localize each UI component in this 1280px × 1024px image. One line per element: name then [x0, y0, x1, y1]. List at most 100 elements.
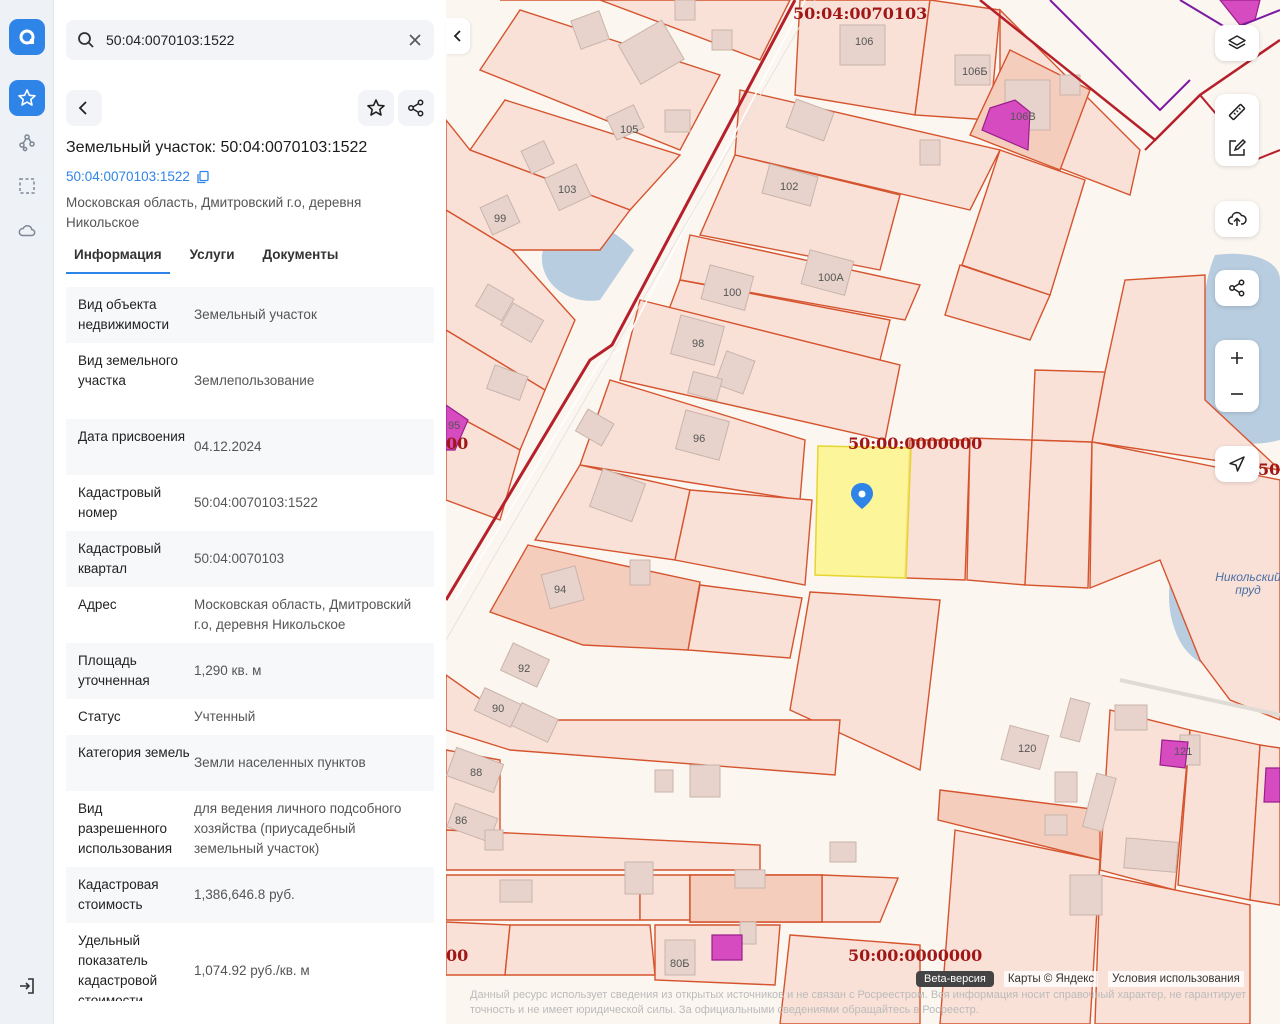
back-button[interactable] [66, 90, 102, 126]
beta-badge: Beta-версия [916, 971, 994, 987]
favorites-rail-button[interactable] [9, 80, 45, 116]
geolocation-button[interactable] [1215, 446, 1259, 482]
map-canvas[interactable]: 106 106Б 106В 105 103 99 102 100 100А 98… [446, 0, 1280, 1024]
search-bar [66, 20, 434, 60]
search-icon [66, 31, 106, 49]
row-key: Вид объекта недвижимости [78, 297, 170, 332]
row-key: Статус [78, 709, 121, 724]
layers-control[interactable] [1215, 25, 1259, 61]
geolocation-control[interactable] [1215, 446, 1259, 482]
ruler-button[interactable] [1215, 94, 1259, 130]
parcel-number: 98 [692, 338, 704, 350]
polyline-icon [19, 134, 35, 152]
parcel-number: 99 [494, 213, 506, 225]
zoom-control[interactable] [1215, 340, 1259, 412]
edit-icon [1229, 138, 1247, 156]
parcel-number: 106 [855, 36, 873, 48]
star-icon [367, 99, 385, 116]
zoom-out-button[interactable] [1215, 376, 1259, 412]
parcel-number: 90 [492, 703, 504, 715]
table-row: Адрес Московская область, Дмитровский г.о… [66, 587, 434, 643]
select-area-rail-button[interactable] [9, 168, 45, 204]
info-panel: Земельный участок: 50:04:0070103:1522 50… [54, 0, 446, 1024]
parcel-number: 100 [723, 287, 741, 299]
clear-search-icon[interactable] [406, 31, 424, 49]
parcel-number: 106Б [962, 66, 988, 78]
cadastral-number-link[interactable]: 50:04:0070103:1522 [66, 169, 210, 184]
share-button[interactable] [398, 90, 434, 126]
parcel-number: 100А [818, 272, 844, 284]
row-key: Удельный показатель кадастровой стоимост… [78, 933, 158, 1001]
edit-button[interactable] [1215, 130, 1259, 166]
parcel-number: 95 [448, 420, 460, 432]
cut-label: 00 [446, 434, 469, 453]
row-key: Площадь уточненная [78, 653, 150, 688]
row-key: Категория земель [78, 745, 190, 760]
copy-icon[interactable] [196, 170, 210, 184]
row-value: Земельный участок [194, 307, 317, 322]
parcel-number: 94 [554, 584, 566, 596]
row-key: Кадастровый квартал [78, 541, 162, 576]
row-key: Вид земельного участка [78, 353, 179, 388]
cloud-rail-button[interactable] [9, 212, 45, 248]
table-row: Удельный показатель кадастровой стоимост… [66, 923, 434, 1001]
parcel-number: 106В [1010, 111, 1036, 123]
row-key: Кадастровая стоимость [78, 877, 159, 912]
row-value: 50:04:0070103 [194, 551, 285, 566]
table-row: Вид объекта недвижимости Земельный участо… [66, 287, 434, 343]
map-share-button[interactable] [1215, 270, 1259, 306]
left-rail [0, 0, 54, 1024]
zoom-in-button[interactable] [1215, 340, 1259, 376]
quarter-label: 50:04:0070103 [793, 4, 928, 23]
tab-documents[interactable]: Документы [255, 245, 347, 274]
tab-bar: Информация Услуги Документы [66, 245, 358, 274]
row-value: 1,290 кв. м [194, 663, 262, 678]
share-icon [408, 99, 424, 117]
favorite-button[interactable] [358, 90, 394, 126]
cloud-icon [18, 224, 36, 237]
search-input[interactable] [106, 32, 386, 48]
collapse-panel-button[interactable] [446, 18, 470, 54]
parcel-number: 105 [620, 124, 638, 136]
table-row: Кадастровая стоимость 1,386,646.8 руб. [66, 867, 434, 923]
pond-label: Никольский пруд [1215, 570, 1280, 597]
tab-information[interactable]: Информация [66, 245, 170, 274]
app-logo[interactable] [9, 19, 45, 55]
cut-label: 50: [1258, 460, 1280, 479]
terms-link[interactable]: Условия использования [1108, 971, 1244, 987]
layers-button[interactable] [1215, 25, 1259, 61]
star-icon [18, 89, 36, 106]
row-value: 04.12.2024 [194, 439, 262, 454]
parcel-number: 86 [455, 815, 467, 827]
row-value: 50:04:0070103:1522 [194, 495, 318, 510]
row-value: 1,074.92 руб./кв. м [194, 963, 310, 978]
logout-rail-button[interactable] [9, 968, 45, 1004]
table-row: Дата присвоения 04.12.2024 [66, 419, 434, 475]
table-row: Площадь уточненная 1,290 кв. м [66, 643, 434, 699]
tab-services[interactable]: Услуги [182, 245, 243, 274]
parcel-number: 120 [1018, 743, 1036, 755]
upload-button[interactable] [1215, 201, 1259, 237]
cadastral-number-text[interactable]: 50:04:0070103:1522 [66, 169, 190, 184]
row-key: Кадастровый номер [78, 485, 162, 520]
ruler-icon [1228, 103, 1246, 121]
row-value: Земли населенных пунктов [194, 755, 366, 770]
zero-quarter-label: 50:00:0000000 [848, 946, 983, 965]
info-table: Вид объекта недвижимости Земельный участо… [66, 287, 434, 1001]
share-control[interactable] [1215, 270, 1259, 306]
row-value: Учтенный [194, 709, 256, 724]
tools-control[interactable] [1215, 94, 1259, 166]
page-title: Земельный участок: 50:04:0070103:1522 [66, 139, 368, 156]
cloud-upload-icon [1227, 211, 1247, 226]
map-view[interactable]: 106 106Б 106В 105 103 99 102 100 100А 98… [446, 0, 1280, 1024]
maps-copyright[interactable]: Карты © Яндекс [1003, 971, 1099, 987]
parcel-number: 102 [780, 181, 798, 193]
parcel-number: 88 [470, 767, 482, 779]
row-key: Вид разрешенного использования [78, 801, 173, 856]
parcel-number: 96 [693, 433, 705, 445]
upload-control[interactable] [1215, 201, 1259, 237]
object-address: Московская область, Дмитровский г.о, дер… [66, 195, 362, 230]
selected-parcel[interactable] [814, 445, 912, 579]
route-rail-button[interactable] [9, 124, 45, 160]
row-key: Дата присвоения [78, 429, 186, 444]
